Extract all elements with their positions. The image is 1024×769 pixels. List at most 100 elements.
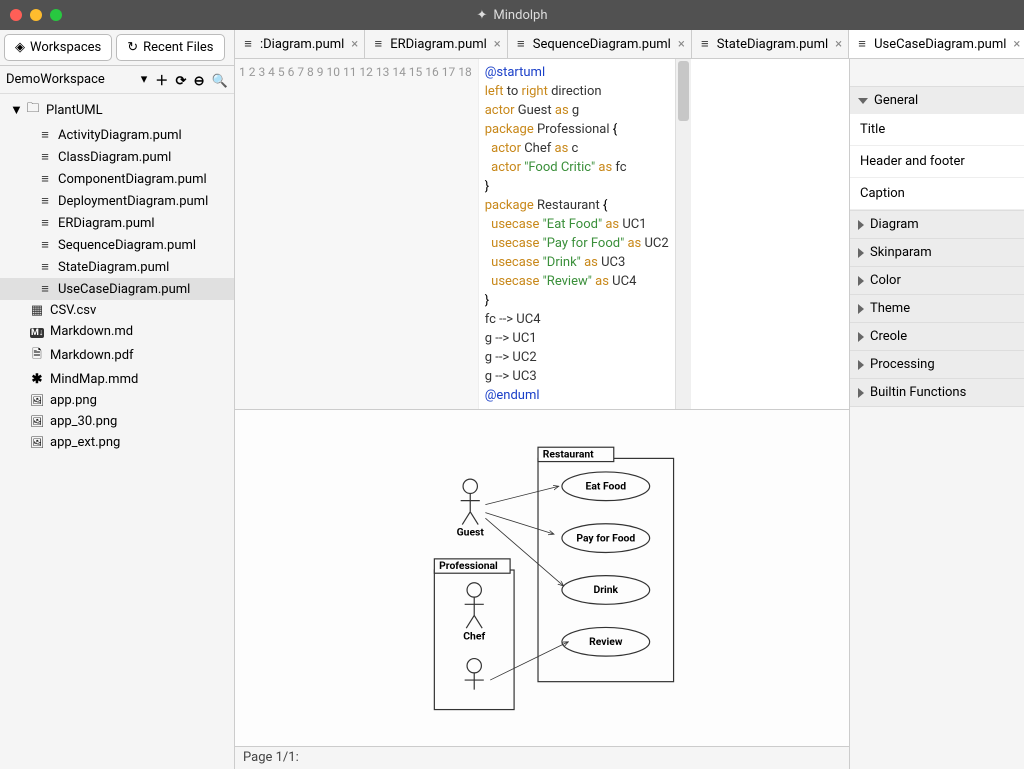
tree-file-app_30-png[interactable]: app_30.png bbox=[0, 411, 234, 432]
workspace-selector-row: DemoWorkspace ▾ ＋ ⟳ ⊖ 🔍 bbox=[0, 66, 234, 94]
workspace-dropdown-icon[interactable]: ▾ bbox=[141, 72, 148, 87]
window-controls bbox=[10, 9, 62, 21]
svg-text:Restaurant: Restaurant bbox=[543, 448, 594, 461]
puml-icon bbox=[855, 36, 869, 52]
code-editor[interactable]: 1 2 3 4 5 6 7 8 9 10 11 12 13 14 15 16 1… bbox=[235, 59, 849, 410]
close-tab-icon[interactable]: × bbox=[678, 37, 685, 52]
chevron-right-icon bbox=[858, 332, 864, 342]
chevron-right-icon bbox=[858, 276, 864, 286]
close-tab-icon[interactable]: × bbox=[835, 37, 842, 52]
png-icon bbox=[30, 435, 44, 450]
workspace-tools: ＋ ⟳ ⊖ 🔍 bbox=[151, 70, 228, 89]
svg-text:Chef: Chef bbox=[463, 629, 485, 642]
svg-text:Eat Food: Eat Food bbox=[586, 479, 627, 492]
chevron-right-icon bbox=[858, 388, 864, 398]
status-bar: Page 1/1: bbox=[235, 746, 849, 769]
editor-tab-sequencediagram-puml[interactable]: SequenceDiagram.puml× bbox=[508, 30, 692, 58]
puml-icon bbox=[371, 36, 385, 52]
puml-icon bbox=[38, 127, 52, 143]
inspector-section-processing[interactable]: Processing bbox=[850, 351, 1024, 378]
tree-file-markdown-pdf[interactable]: Markdown.pdf bbox=[0, 342, 234, 369]
tree-file-componentdiagram-puml[interactable]: ComponentDiagram.puml bbox=[0, 168, 234, 190]
tree-file-usecasediagram-puml[interactable]: UseCaseDiagram.puml bbox=[0, 278, 234, 300]
tab-workspaces-label: Workspaces bbox=[30, 40, 101, 55]
tree-file-activitydiagram-puml[interactable]: ActivityDiagram.puml bbox=[0, 124, 234, 146]
editor-tab--diagram-puml[interactable]: :Diagram.puml× bbox=[235, 30, 365, 58]
inspector-section-theme[interactable]: Theme bbox=[850, 295, 1024, 322]
app-title: ✦ Mindolph bbox=[477, 8, 548, 23]
clock-icon bbox=[127, 40, 138, 55]
inspector-panel: GeneralTitleHeader and footerCaptionDiag… bbox=[849, 59, 1024, 769]
tree-file-mindmap-mmd[interactable]: MindMap.mmd bbox=[0, 369, 234, 390]
preview-svg: Restaurant Eat FoodPay for FoodDrinkRevi… bbox=[235, 410, 849, 746]
inspector-section-diagram[interactable]: Diagram bbox=[850, 211, 1024, 238]
puml-icon bbox=[38, 215, 52, 231]
inspector-section-builtin-functions[interactable]: Builtin Functions bbox=[850, 379, 1024, 406]
maximize-window[interactable] bbox=[50, 9, 62, 21]
tree-file-classdiagram-puml[interactable]: ClassDiagram.puml bbox=[0, 146, 234, 168]
chevron-down-icon bbox=[858, 98, 868, 104]
inspector-item-title[interactable]: Title bbox=[850, 114, 1024, 146]
tree-file-app-png[interactable]: app.png bbox=[0, 390, 234, 411]
app-title-text: Mindolph bbox=[493, 8, 547, 23]
inspector-section-general[interactable]: General bbox=[850, 87, 1024, 114]
tab-workspaces[interactable]: Workspaces bbox=[4, 34, 112, 61]
close-tab-icon[interactable]: × bbox=[494, 37, 501, 52]
close-window[interactable] bbox=[10, 9, 22, 21]
md-icon bbox=[30, 324, 44, 339]
workspace-name[interactable]: DemoWorkspace bbox=[6, 72, 137, 87]
puml-icon bbox=[514, 36, 528, 52]
line-gutter: 1 2 3 4 5 6 7 8 9 10 11 12 13 14 15 16 1… bbox=[235, 59, 479, 409]
content-area: :Diagram.puml×ERDiagram.puml×SequenceDia… bbox=[235, 30, 1024, 769]
puml-icon bbox=[38, 281, 52, 297]
add-button[interactable]: ＋ bbox=[155, 74, 168, 89]
puml-icon bbox=[698, 36, 712, 52]
tab-recent-label: Recent Files bbox=[143, 40, 213, 55]
file-tree: ▼PlantUMLActivityDiagram.pumlClassDiagra… bbox=[0, 94, 234, 769]
tree-file-sequencediagram-puml[interactable]: SequenceDiagram.puml bbox=[0, 234, 234, 256]
puml-icon bbox=[38, 193, 52, 209]
png-icon bbox=[30, 393, 44, 408]
svg-text:Drink: Drink bbox=[593, 583, 618, 596]
code-content[interactable]: @startuml left to right direction actor … bbox=[479, 59, 675, 409]
tree-file-csv-csv[interactable]: CSV.csv bbox=[0, 300, 234, 321]
page-indicator: Page 1/1: bbox=[243, 750, 299, 765]
chevron-right-icon bbox=[858, 248, 864, 258]
editor-tab-erdiagram-puml[interactable]: ERDiagram.puml× bbox=[365, 30, 508, 58]
editor-tabs: :Diagram.puml×ERDiagram.puml×SequenceDia… bbox=[235, 30, 1024, 59]
tab-recent-files[interactable]: Recent Files bbox=[116, 34, 224, 61]
editor-tab-statediagram-puml[interactable]: StateDiagram.puml× bbox=[692, 30, 849, 58]
tree-file-deploymentdiagram-puml[interactable]: DeploymentDiagram.puml bbox=[0, 190, 234, 212]
svg-text:Professional: Professional bbox=[439, 559, 498, 572]
search-button[interactable]: 🔍 bbox=[212, 74, 228, 89]
chevron-right-icon bbox=[858, 304, 864, 314]
mm-icon bbox=[30, 372, 44, 387]
tree-file-statediagram-puml[interactable]: StateDiagram.puml bbox=[0, 256, 234, 278]
inspector-section-creole[interactable]: Creole bbox=[850, 323, 1024, 350]
editor-tab-usecasediagram-puml[interactable]: UseCaseDiagram.puml× bbox=[849, 30, 1024, 58]
editor-scrollbar[interactable] bbox=[675, 59, 691, 409]
minimize-window[interactable] bbox=[30, 9, 42, 21]
puml-icon bbox=[38, 237, 52, 253]
inspector-section-skinparam[interactable]: Skinparam bbox=[850, 239, 1024, 266]
tree-file-markdown-md[interactable]: Markdown.md bbox=[0, 321, 234, 342]
inspector-section-color[interactable]: Color bbox=[850, 267, 1024, 294]
tree-folder-plantuml[interactable]: ▼PlantUML bbox=[0, 96, 234, 124]
svg-text:Guest: Guest bbox=[457, 526, 485, 539]
collapse-button[interactable]: ⊖ bbox=[194, 74, 205, 89]
inspector-item-header-and-footer[interactable]: Header and footer bbox=[850, 146, 1024, 178]
pdf-icon bbox=[30, 345, 44, 366]
puml-icon bbox=[38, 171, 52, 187]
refresh-button[interactable]: ⟳ bbox=[176, 74, 187, 89]
tree-file-app_ext-png[interactable]: app_ext.png bbox=[0, 432, 234, 453]
folder-icon bbox=[26, 99, 40, 121]
app-icon: ✦ bbox=[477, 8, 488, 23]
tree-file-erdiagram-puml[interactable]: ERDiagram.puml bbox=[0, 212, 234, 234]
cube-icon bbox=[15, 40, 25, 55]
close-tab-icon[interactable]: × bbox=[1013, 37, 1020, 52]
inspector-item-caption[interactable]: Caption bbox=[850, 178, 1024, 210]
puml-icon bbox=[38, 149, 52, 165]
close-tab-icon[interactable]: × bbox=[351, 37, 358, 52]
chevron-right-icon bbox=[858, 360, 864, 370]
diagram-preview[interactable]: Restaurant Eat FoodPay for FoodDrinkRevi… bbox=[235, 410, 849, 746]
